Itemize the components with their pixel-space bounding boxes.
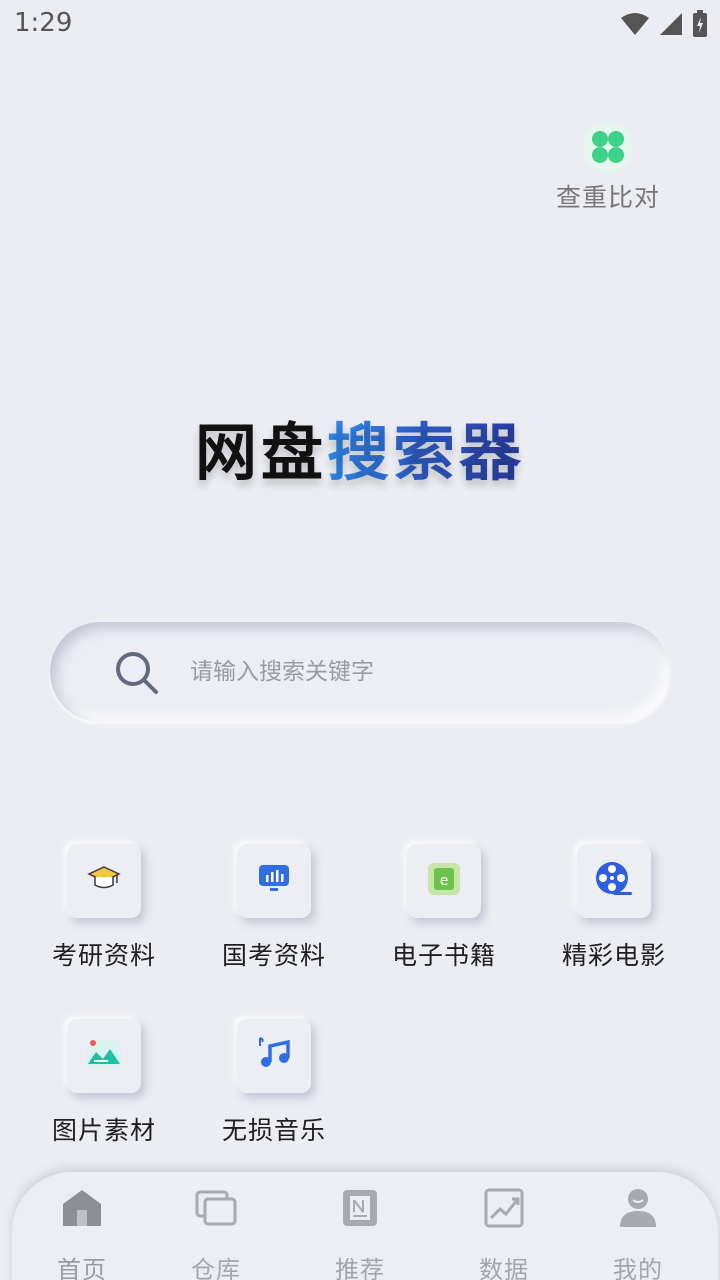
status-icons <box>620 10 708 42</box>
category-movies[interactable]: 精彩电影 <box>544 844 684 972</box>
home-icon <box>22 1184 142 1232</box>
search-bar[interactable] <box>50 622 670 722</box>
logo-text-primary: 网盘 <box>194 416 327 489</box>
signal-icon <box>658 12 684 40</box>
category-tile[interactable] <box>67 1019 141 1093</box>
picture-icon <box>86 1038 122 1074</box>
category-music[interactable]: 无损音乐 <box>204 1019 344 1147</box>
category-label: 考研资料 <box>51 941 156 970</box>
svg-text:e: e <box>440 873 449 889</box>
category-tile[interactable] <box>237 844 311 918</box>
nav-label: 我的 <box>613 1256 663 1280</box>
nav-recommend[interactable]: 推荐 <box>300 1184 420 1280</box>
category-guokao[interactable]: 国考资料 <box>204 844 344 972</box>
ebook-icon: e <box>427 862 461 900</box>
nav-label: 仓库 <box>191 1256 241 1280</box>
nav-warehouse[interactable]: 仓库 <box>156 1184 276 1280</box>
document-icon <box>300 1184 420 1232</box>
film-reel-icon <box>595 861 633 901</box>
nav-label: 首页 <box>57 1256 107 1280</box>
nav-data[interactable]: 数据 <box>444 1184 564 1280</box>
compare-button[interactable]: 查重比对 <box>552 122 664 214</box>
category-tile[interactable]: e <box>407 844 481 918</box>
status-bar: 1:29 <box>0 0 720 48</box>
folder-stack-icon <box>156 1184 276 1232</box>
bottom-nav: 首页 仓库 推荐 数据 我的 <box>12 1172 718 1280</box>
line-chart-icon <box>444 1184 564 1232</box>
category-label: 精彩电影 <box>561 941 666 970</box>
category-tile[interactable] <box>237 1019 311 1093</box>
search-input[interactable] <box>190 652 590 692</box>
category-kaoyan[interactable]: 考研资料 <box>34 844 174 972</box>
category-label: 国考资料 <box>221 941 326 970</box>
status-time: 1:29 <box>14 8 73 38</box>
nav-home[interactable]: 首页 <box>22 1184 142 1280</box>
category-ebooks[interactable]: e 电子书籍 <box>374 844 514 972</box>
logo-text-accent: 搜索器 <box>327 416 526 489</box>
monitor-chart-icon <box>258 864 290 898</box>
clover-icon <box>583 122 633 172</box>
search-icon[interactable] <box>114 650 160 700</box>
graduation-cap-icon <box>87 864 121 898</box>
category-tile[interactable] <box>577 844 651 918</box>
category-images[interactable]: 图片素材 <box>34 1019 174 1147</box>
nav-label: 推荐 <box>335 1256 385 1280</box>
battery-icon <box>692 10 708 42</box>
category-label: 无损音乐 <box>221 1116 326 1145</box>
nav-mine[interactable]: 我的 <box>578 1184 698 1280</box>
music-note-icon <box>256 1036 292 1076</box>
category-tile[interactable] <box>67 844 141 918</box>
category-label: 图片素材 <box>51 1116 156 1145</box>
user-icon <box>578 1184 698 1232</box>
compare-label: 查重比对 <box>555 183 660 212</box>
category-label: 电子书籍 <box>391 941 496 970</box>
app-logo: 网盘搜索器 <box>0 402 720 492</box>
nav-label: 数据 <box>479 1256 529 1280</box>
wifi-icon <box>620 12 650 40</box>
